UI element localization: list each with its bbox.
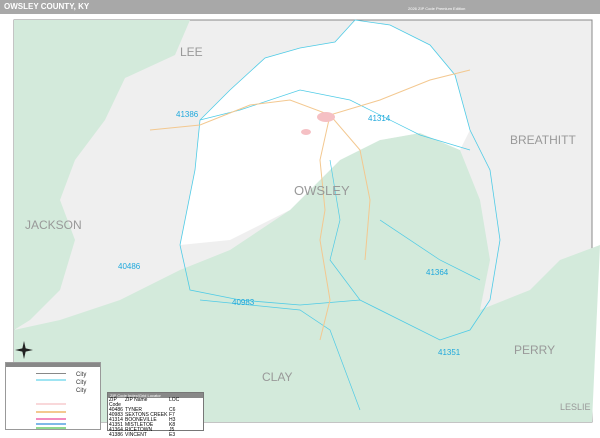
county-label-owsley: OWSLEY — [294, 183, 350, 198]
legend-city: City — [76, 380, 87, 386]
zip-label: 41364 — [426, 268, 449, 277]
edition-label: 2026 ZIP Code Premium Edition — [408, 6, 466, 11]
zip-label: 40983 — [232, 298, 255, 307]
zip-code-index-table: ZIP Code Index/Grid Locator ZIP Code ZIP … — [107, 392, 204, 438]
town — [301, 129, 311, 135]
legend-city: City — [76, 372, 87, 378]
zip-label: 41386 — [176, 110, 199, 119]
zip-label: 41314 — [368, 114, 391, 123]
table-row: 41386 VINCENT E3 — [109, 432, 176, 438]
market-maps-logo — [470, 1, 530, 13]
map-title: OWSLEY COUNTY, KY — [4, 2, 90, 11]
zip-label: 41351 — [438, 348, 461, 357]
header-bar: OWSLEY COUNTY, KY 2026 ZIP Code Premium … — [0, 0, 600, 14]
zip-label: 40486 — [118, 262, 141, 271]
booneville-town — [317, 112, 335, 122]
county-label-lee: LEE — [180, 45, 203, 59]
legend-city: City — [76, 388, 87, 394]
map-legend: City City City — [5, 362, 101, 430]
county-label-leslie: LESLIE — [560, 402, 591, 412]
county-label-clay: CLAY — [262, 370, 293, 384]
county-label-jackson: JACKSON — [25, 218, 82, 232]
county-label-breathitt: BREATHITT — [510, 133, 576, 147]
county-label-perry: PERRY — [514, 343, 556, 357]
